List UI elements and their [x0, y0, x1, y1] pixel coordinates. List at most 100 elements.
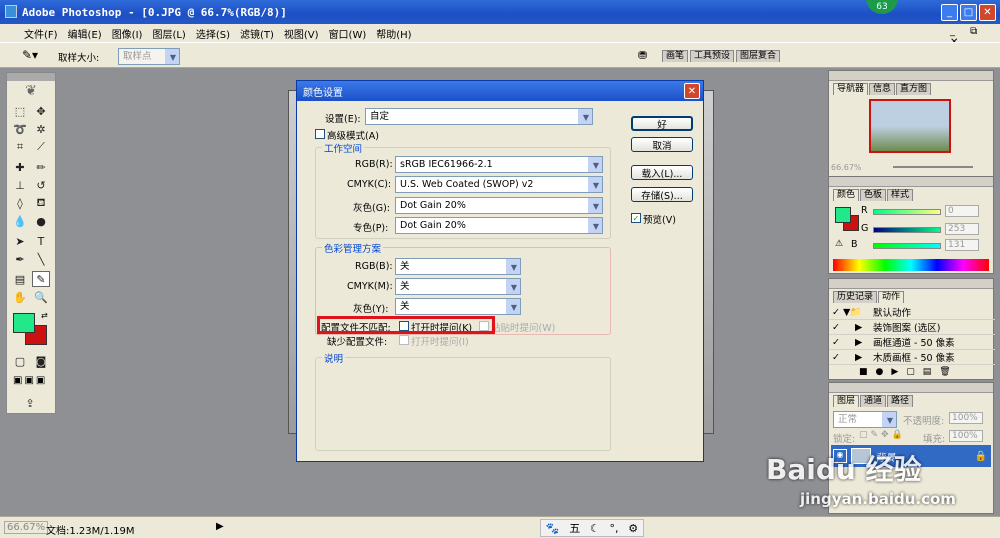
- workspace-gray-select[interactable]: Dot Gain 20% ▼: [395, 197, 603, 214]
- color-fg-swatch[interactable]: [835, 207, 851, 223]
- tab-navigator[interactable]: 导航器: [833, 83, 869, 95]
- ime-toolbar[interactable]: 🐾 五 ☾ °, ⚙: [540, 519, 644, 537]
- cancel-button[interactable]: 取消: [631, 137, 693, 152]
- color-spectrum-ramp[interactable]: [833, 259, 989, 271]
- tab-histogram[interactable]: 直方图: [896, 83, 932, 95]
- tab-swatches[interactable]: 色板: [860, 189, 887, 201]
- b-slider[interactable]: [873, 243, 941, 249]
- move-tool-icon[interactable]: ✥: [32, 103, 50, 119]
- close-button[interactable]: ✕: [979, 4, 996, 21]
- tab-styles[interactable]: 样式: [887, 189, 914, 201]
- fill-value[interactable]: 100%: [949, 430, 983, 442]
- crop-tool-icon[interactable]: ⌗: [11, 139, 29, 155]
- opacity-value[interactable]: 100%: [949, 412, 983, 424]
- ime-paw-icon[interactable]: 🐾: [546, 522, 560, 535]
- quickmask-mode-icon[interactable]: ◙: [32, 353, 50, 369]
- zoom-tool-icon[interactable]: 🔍: [32, 289, 50, 305]
- stamp-tool-icon[interactable]: ⊥: [11, 177, 29, 193]
- screen-mode-icons[interactable]: ▣▣▣: [13, 375, 47, 386]
- blur-tool-icon[interactable]: 💧: [11, 213, 29, 229]
- workspace-spot-select[interactable]: Dot Gain 20% ▼: [395, 217, 603, 234]
- jump-to-imageready-icon[interactable]: ⇪: [21, 395, 39, 411]
- type-tool-icon[interactable]: T: [32, 233, 50, 249]
- save-button[interactable]: 存储(S)...: [631, 187, 693, 202]
- tab-paths[interactable]: 路径: [887, 395, 914, 407]
- ime-moon-icon[interactable]: ☾: [590, 522, 600, 535]
- action-set-row[interactable]: ✓ ▼📁 默认动作: [829, 305, 995, 320]
- status-zoom[interactable]: 66.67%: [4, 521, 49, 534]
- b-value[interactable]: 131: [945, 239, 979, 251]
- status-menu-arrow-icon[interactable]: ▶: [216, 521, 224, 532]
- menu-filter[interactable]: 滤镜(T): [238, 26, 276, 41]
- preview-checkbox[interactable]: ✓: [631, 213, 641, 223]
- tab-channels[interactable]: 通道: [860, 395, 887, 407]
- eyedropper-icon[interactable]: ✎▾: [22, 48, 38, 62]
- advanced-mode-checkbox[interactable]: [315, 129, 325, 139]
- action-row[interactable]: ✓ ▶ 画框通道 - 50 像素: [829, 335, 995, 350]
- menu-edit[interactable]: 编辑(E): [66, 26, 104, 41]
- g-value[interactable]: 253: [945, 223, 979, 235]
- ime-settings-icon[interactable]: ⚙: [628, 522, 638, 535]
- navigator-thumbnail[interactable]: [869, 99, 951, 153]
- magic-wand-tool-icon[interactable]: ✲: [32, 121, 50, 137]
- ime-mode[interactable]: 五: [569, 520, 580, 536]
- blend-mode-select[interactable]: 正常 ▼: [833, 411, 897, 428]
- ok-button[interactable]: 好: [631, 116, 693, 131]
- tab-color[interactable]: 颜色: [833, 189, 860, 201]
- eraser-tool-icon[interactable]: ◊: [11, 195, 29, 211]
- menu-help[interactable]: 帮助(H): [374, 26, 413, 41]
- g-slider[interactable]: [873, 227, 941, 233]
- healing-brush-icon[interactable]: ✚: [11, 159, 29, 175]
- slice-tool-icon[interactable]: ⟋: [32, 139, 50, 155]
- foreground-color-swatch[interactable]: [13, 313, 35, 333]
- settings-select[interactable]: 自定 ▼: [365, 108, 593, 125]
- load-button[interactable]: 载入(L)...: [631, 165, 693, 180]
- tab-tool-presets[interactable]: 工具预设: [690, 50, 735, 62]
- policy-gray-select[interactable]: 关 ▼: [395, 298, 521, 315]
- action-controls[interactable]: ■●▶▢▤🗑: [859, 367, 959, 377]
- tab-layers[interactable]: 图层: [833, 395, 860, 407]
- tab-layer-comps[interactable]: 图层复合: [736, 50, 781, 62]
- policy-cmyk-select[interactable]: 关 ▼: [395, 278, 521, 295]
- tab-history[interactable]: 历史记录: [833, 291, 878, 303]
- sample-size-select[interactable]: 取样点 ▼: [118, 48, 180, 65]
- lasso-tool-icon[interactable]: ➰: [11, 121, 29, 137]
- action-row[interactable]: ✓ ▶ 木质画框 - 50 像素: [829, 350, 995, 365]
- eyedropper-tool-icon[interactable]: ✎: [32, 271, 50, 287]
- missing-ask-open-checkbox[interactable]: [399, 335, 409, 345]
- dialog-close-button[interactable]: ✕: [684, 83, 700, 99]
- navigator-zoom[interactable]: 66.67%: [831, 163, 862, 172]
- standard-mode-icon[interactable]: ▢: [11, 353, 29, 369]
- policy-rgb-select[interactable]: 关 ▼: [395, 258, 521, 275]
- tab-actions[interactable]: 动作: [878, 291, 905, 303]
- action-row[interactable]: ✓ ▶ 装饰图案 (选区): [829, 320, 995, 335]
- maximize-button[interactable]: □: [960, 4, 977, 21]
- history-brush-icon[interactable]: ↺: [32, 177, 50, 193]
- menu-file[interactable]: 文件(F): [22, 26, 60, 41]
- ime-punct-icon[interactable]: °,: [610, 522, 619, 535]
- pen-tool-icon[interactable]: ✒: [11, 251, 29, 267]
- lock-icons[interactable]: ▢✎✥🔒: [859, 430, 906, 440]
- minimize-button[interactable]: _: [941, 4, 958, 21]
- brush-tool-icon[interactable]: ✏: [32, 159, 50, 175]
- menu-window[interactable]: 窗口(W): [327, 26, 369, 41]
- dodge-tool-icon[interactable]: ●: [32, 213, 50, 229]
- path-select-icon[interactable]: ➤: [11, 233, 29, 249]
- bucket-tool-icon[interactable]: ⛾: [32, 195, 50, 211]
- workspace-cmyk-select[interactable]: U.S. Web Coated (SWOP) v2 ▼: [395, 176, 603, 193]
- menu-layer[interactable]: 图层(L): [150, 26, 187, 41]
- menu-image[interactable]: 图像(I): [110, 26, 145, 41]
- tab-brushes[interactable]: 画笔: [662, 50, 689, 62]
- workspace-rgb-select[interactable]: sRGB IEC61966-2.1 ▼: [395, 156, 603, 173]
- swap-colors-icon[interactable]: ⇄: [41, 311, 48, 320]
- menu-select[interactable]: 选择(S): [194, 26, 232, 41]
- navigator-zoom-slider[interactable]: [893, 166, 973, 168]
- menu-view[interactable]: 视图(V): [282, 26, 321, 41]
- notes-tool-icon[interactable]: ▤: [11, 271, 29, 287]
- r-slider[interactable]: [873, 209, 941, 215]
- marquee-tool-icon[interactable]: ⬚: [11, 103, 29, 119]
- hand-tool-icon[interactable]: ✋: [11, 289, 29, 305]
- r-value[interactable]: 0: [945, 205, 979, 217]
- line-tool-icon[interactable]: ╲: [32, 251, 50, 267]
- tab-info[interactable]: 信息: [869, 83, 896, 95]
